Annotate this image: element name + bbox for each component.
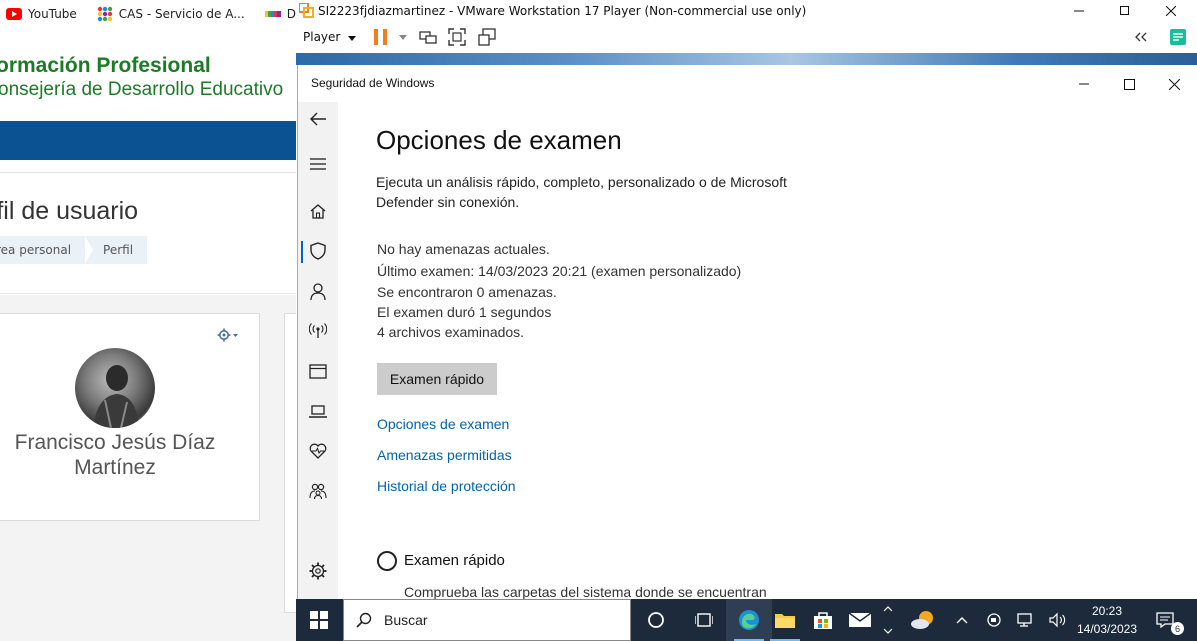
protection-history-link[interactable]: Historial de protección [377,478,516,494]
site-nav-bar[interactable] [0,121,296,160]
status-duration: El examen duró 1 segundos [377,304,552,320]
allowed-threats-link[interactable]: Amenazas permitidas [377,447,512,463]
cortana-icon[interactable] [633,599,679,641]
quick-scan-button[interactable]: Examen rápido [377,363,497,395]
taskbar-scroll[interactable] [878,599,898,641]
fullscreen-icon[interactable] [447,27,467,47]
app-browser-control-icon[interactable] [308,361,328,381]
start-button[interactable] [296,599,342,641]
bookmark-dall[interactable]: DALL [264,6,296,22]
ws-titlebar: Seguridad de Windows [298,65,1197,102]
volume-icon[interactable] [1048,610,1068,630]
taskbar-clock[interactable]: 20:23 14/03/2023 [1072,602,1142,638]
weather-icon[interactable] [900,599,946,641]
secondary-card [284,313,296,613]
send-ctrl-alt-del-icon[interactable] [418,27,438,47]
quick-scan-radio[interactable] [377,551,397,571]
status-threats: No hay amenazas actuales. [377,241,550,257]
chevron-down-icon [348,30,357,44]
ws-main-content: Opciones de examen Ejecuta un análisis r… [338,102,1197,599]
profile-name: Francisco Jesús Díaz Martínez [14,431,216,479]
device-health-heart-icon[interactable] [308,441,328,461]
avatar [75,348,155,428]
status-last-scan: Último examen: 14/03/2023 20:21 (examen … [377,263,742,279]
taskbar-search[interactable]: Buscar [343,599,631,641]
gear-icon[interactable] [217,328,239,346]
profile-card: Francisco Jesús Díaz Martínez [0,313,260,521]
account-person-icon[interactable] [308,281,328,301]
unity-icon[interactable] [477,27,497,47]
youtube-icon [6,6,22,22]
home-icon[interactable] [308,201,328,221]
dall-icon [264,6,281,22]
windows-security-window: Seguridad de Windows Opciones de examen … [297,65,1197,599]
taskbar: Buscar 20:23 14/03/2023 6 [296,599,1197,641]
player-menu[interactable]: Player [303,30,357,44]
settings-gear-icon[interactable] [308,561,328,581]
bookmark-label: CAS - Servicio de A... [118,7,245,21]
bookmarks-bar: YouTube CAS - Servicio de A... DALL [0,0,296,28]
clock-time: 20:23 [1091,604,1123,618]
collapse-icon[interactable] [1131,27,1151,47]
device-security-laptop-icon[interactable] [308,401,328,421]
back-arrow-icon[interactable] [308,109,328,129]
ws-sidebar [298,102,338,599]
page-header: rfil de usuario rea personal Perfil [0,172,296,294]
meet-now-icon[interactable] [984,610,1004,630]
mail-icon[interactable] [837,599,883,641]
notes-icon[interactable] [1168,27,1188,47]
shield-icon[interactable] [308,241,328,261]
site-subtitle: onsejería de Desarrollo Educativo [0,79,284,100]
site-title: ormación Profesional [0,54,211,77]
ws-minimize-button[interactable] [1061,72,1107,96]
breadcrumb-separator [85,236,94,264]
vmware-title: SI2223fjdiazmartinez - VMware Workstatio… [318,3,807,18]
cas-icon [97,6,113,22]
page-title: Opciones de examen [376,125,622,155]
bookmark-label: YouTube [28,7,77,21]
chevron-down-icon[interactable] [393,27,413,47]
search-icon [356,612,372,628]
hamburger-menu-icon[interactable] [308,154,328,174]
search-placeholder: Buscar [384,612,428,628]
quick-scan-radio-description: Comprueba las carpetas del sistema donde… [404,584,767,599]
scan-options-link[interactable]: Opciones de examen [377,416,509,432]
status-files: 4 archivos examinados. [377,324,525,340]
bookmark-youtube[interactable]: YouTube [6,6,77,22]
ws-maximize-button[interactable] [1106,72,1152,96]
ws-close-button[interactable] [1151,72,1197,96]
breadcrumb: rea personal Perfil [0,236,148,264]
status-found: Se encontraron 0 amenazas. [377,284,557,300]
task-view-icon[interactable] [681,599,727,641]
breadcrumb-item[interactable]: Perfil [103,243,133,257]
family-options-icon[interactable] [308,481,328,501]
network-antenna-icon[interactable] [308,321,328,341]
vm-minimize-button[interactable] [1056,0,1102,21]
site-header: ormación Profesional onsejería de Desarr… [0,48,296,108]
vmware-toolbar: Player [296,21,1197,53]
breadcrumb-item[interactable]: rea personal [0,243,71,257]
guest-desktop-wallpaper [296,53,1197,65]
notification-badge: 6 [1171,622,1184,635]
vmware-titlebar: SI2223fjdiazmartinez - VMware Workstatio… [296,0,1197,21]
player-menu-label: Player [303,30,341,44]
quick-scan-radio-label[interactable]: Examen rápido [404,552,505,569]
network-icon[interactable] [1016,610,1036,630]
pause-icon[interactable] [371,27,391,47]
background-browser: YouTube CAS - Servicio de A... DALL orma… [0,0,296,641]
chevron-up-icon[interactable] [952,610,972,630]
vmware-logo-icon [298,2,314,18]
ws-window-title: Seguridad de Windows [311,76,435,90]
vm-close-button[interactable] [1148,0,1194,21]
bookmark-cas[interactable]: CAS - Servicio de A... [97,6,245,22]
page-description: Ejecuta un análisis rápido, completo, pe… [376,174,787,210]
active-indicator [301,241,303,263]
clock-date: 14/03/2023 [1076,622,1138,636]
bookmark-label: DALL [286,7,296,21]
vm-maximize-button[interactable] [1102,0,1148,21]
page-title: rfil de usuario [0,197,139,225]
